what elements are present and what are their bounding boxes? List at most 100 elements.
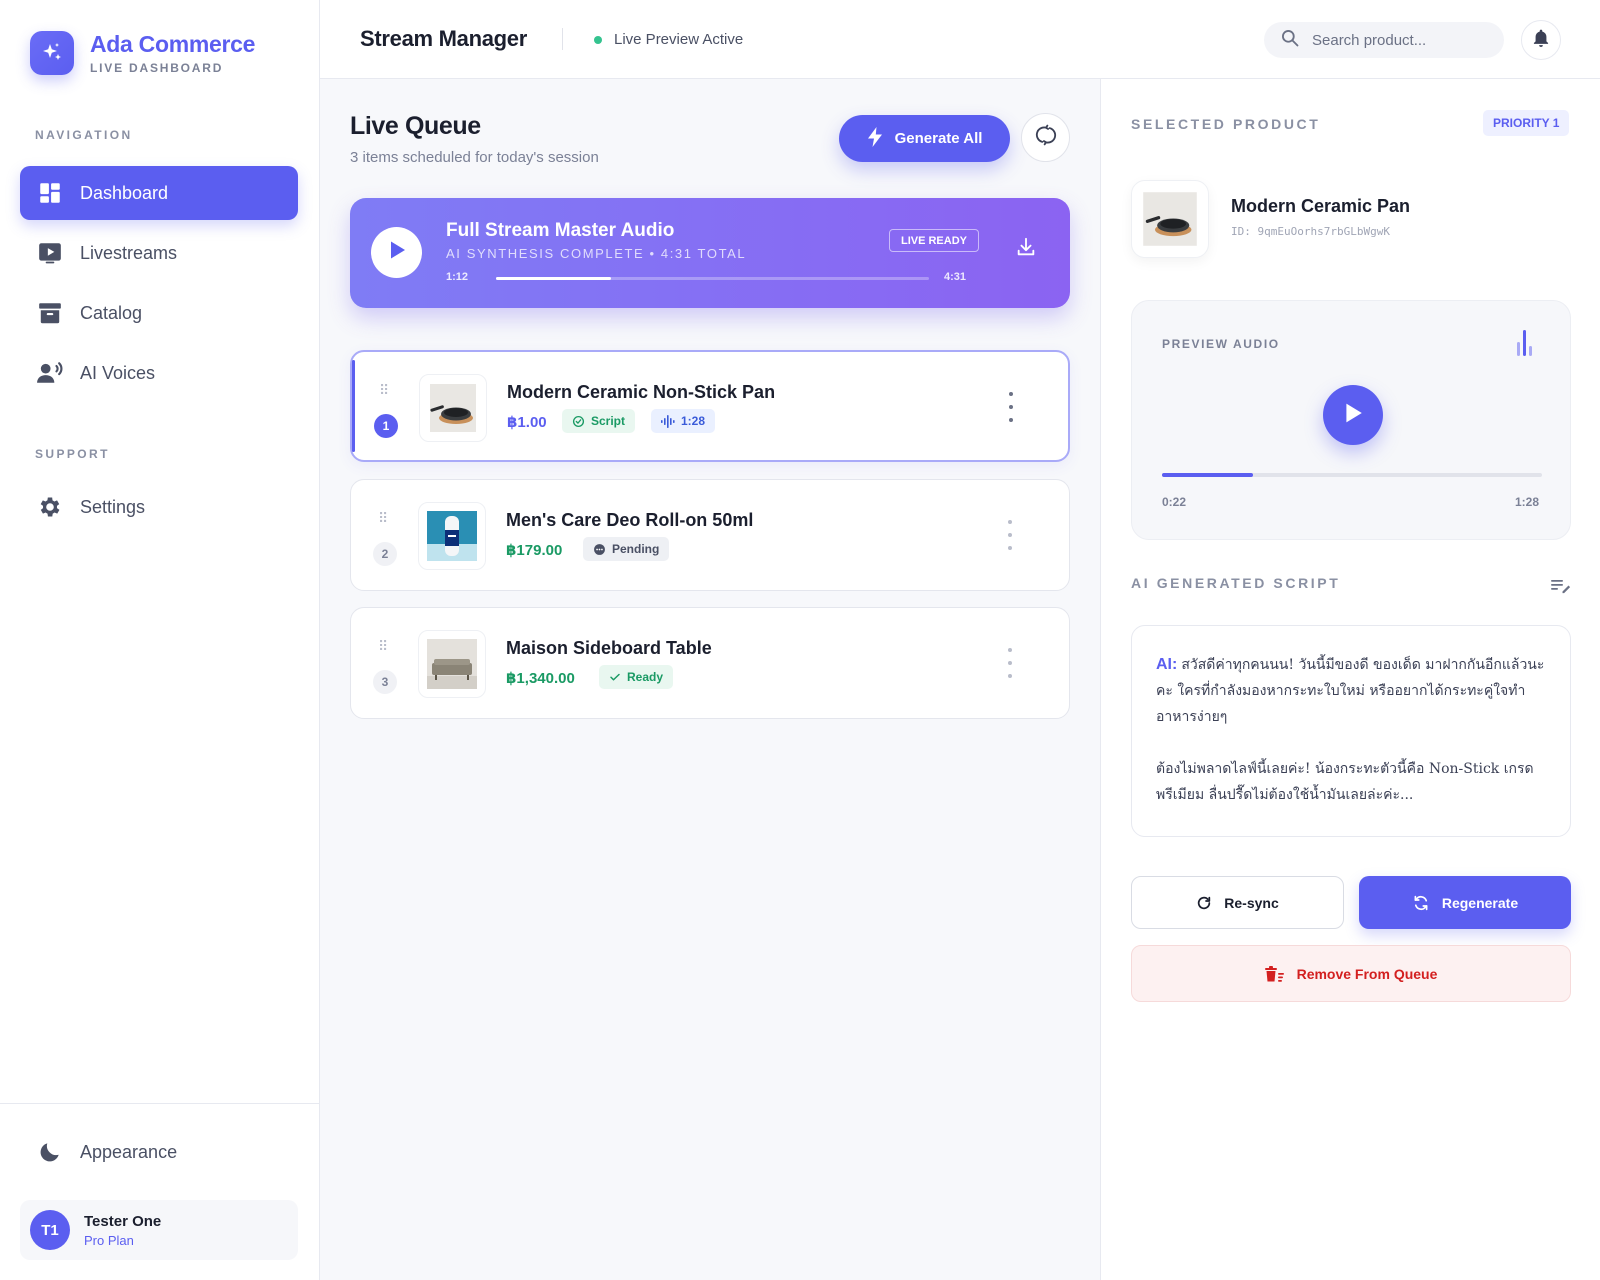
moon-icon [36, 1138, 64, 1166]
preview-total-time: 1:28 [1515, 495, 1540, 509]
sidebar-divider [0, 1103, 320, 1104]
brand-name: Ada Commerce [90, 31, 256, 57]
deodorant-icon [427, 511, 477, 561]
appearance-toggle[interactable]: Appearance [20, 1125, 298, 1179]
more-options-icon[interactable] [1000, 648, 1020, 678]
live-ready-badge: LIVE READY [889, 229, 979, 252]
selected-product-id: ID: 9qmEuOorhs7rbGLbWgwK [1231, 225, 1390, 238]
equalizer-icon [1517, 330, 1532, 356]
edit-note-icon [1551, 580, 1571, 599]
queue-item[interactable]: ⠿ 1 Modern Ceramic Non-Stick Pan ฿1.00 S… [350, 350, 1070, 462]
play-icon [388, 240, 406, 265]
search-input[interactable] [1312, 31, 1492, 49]
user-profile[interactable]: T1 Tester One Pro Plan [20, 1200, 298, 1260]
drag-handle-icon[interactable]: ⠿ [378, 639, 388, 653]
product-thumbnail [418, 502, 486, 570]
sidebar-item-label: Dashboard [80, 182, 169, 203]
header-divider [562, 28, 563, 50]
sideboard-icon [427, 639, 477, 689]
ready-status-chip: Ready [599, 665, 674, 689]
status-dot-icon [594, 35, 602, 44]
pending-status-chip: Pending [583, 537, 670, 561]
preview-audio-card: PREVIEW AUDIO 0:22 1:28 [1131, 300, 1571, 540]
script-text: สวัสดีค่าทุกคนนน! วันนี้มีของดี ของเด็ด … [1156, 657, 1545, 725]
sidebar-item-settings[interactable]: Settings [20, 480, 298, 534]
sidebar-item-label: Settings [80, 496, 146, 517]
master-play-button[interactable] [371, 227, 422, 278]
master-progress-fill [496, 277, 611, 280]
preview-progress-bar[interactable] [1162, 473, 1542, 477]
generate-all-label: Generate All [894, 130, 983, 147]
priority-badge: PRIORITY 1 [1483, 110, 1570, 136]
edit-script-button[interactable] [1551, 579, 1571, 600]
archive-icon [36, 299, 64, 327]
play-icon [1343, 402, 1363, 429]
product-price: ฿179.00 [506, 542, 563, 559]
lightning-icon [867, 126, 883, 151]
check-icon [609, 671, 621, 683]
remove-from-queue-button[interactable]: Remove From Queue [1131, 945, 1571, 1002]
generate-all-button[interactable]: Generate All [839, 115, 1010, 162]
resync-button[interactable]: Re-sync [1131, 876, 1344, 929]
drag-handle-icon[interactable]: ⠿ [379, 383, 389, 397]
sync-icon [1412, 894, 1430, 912]
waveform-icon [661, 414, 675, 428]
resync-label: Re-sync [1224, 894, 1279, 911]
selected-product-name: Modern Ceramic Pan [1231, 196, 1411, 216]
refresh-queue-button[interactable] [1021, 113, 1070, 162]
queue-title: Live Queue [350, 112, 481, 140]
queue-index-badge: 2 [373, 542, 397, 566]
master-total-time: 4:31 [944, 271, 967, 283]
gear-icon [36, 493, 64, 521]
preview-play-button[interactable] [1323, 385, 1383, 445]
avatar: T1 [30, 1210, 70, 1250]
sparkle-icon [30, 31, 74, 75]
ai-script-card: AI: สวัสดีค่าทุกคนนน! วันนี้มีของดี ของเด… [1131, 625, 1571, 837]
user-name: Tester One [84, 1212, 162, 1230]
refresh-icon [1196, 895, 1212, 911]
queue-index-badge: 3 [373, 670, 397, 694]
sidebar-item-label: Catalog [80, 302, 143, 323]
product-price: ฿1.00 [507, 414, 547, 431]
sidebar-item-catalog[interactable]: Catalog [20, 286, 298, 340]
live-status-text: Live Preview Active [614, 31, 744, 48]
dashboard-icon [36, 179, 64, 207]
dots-circle-icon [593, 543, 606, 556]
sidebar-item-ai-voices[interactable]: AI Voices [20, 346, 298, 400]
search-bar[interactable] [1264, 22, 1504, 58]
product-name: Maison Sideboard Table [506, 638, 712, 658]
live-status: Live Preview Active [594, 31, 743, 48]
ai-tag: AI: [1156, 656, 1178, 673]
more-options-icon[interactable] [1000, 520, 1020, 550]
queue-index-badge: 1 [374, 414, 398, 438]
master-audio-title: Full Stream Master Audio [446, 220, 675, 241]
queue-item[interactable]: ⠿ 3 Maison Sideboard Table ฿1,340.00 Rea… [350, 607, 1070, 719]
drag-handle-icon[interactable]: ⠿ [378, 511, 388, 525]
product-name: Men's Care Deo Roll-on 50ml [506, 510, 754, 530]
master-audio-card: Full Stream Master Audio AI SYNTHESIS CO… [350, 198, 1070, 308]
queue-item[interactable]: ⠿ 2 Men's Care Deo Roll-on 50ml ฿179.00 … [350, 479, 1070, 591]
script-paragraph: AI: สวัสดีค่าทุกคนนน! วันนี้มีของดี ของเด… [1156, 652, 1546, 730]
sidebar-item-dashboard[interactable]: Dashboard [20, 166, 298, 220]
notifications-button[interactable] [1521, 20, 1561, 60]
more-options-icon[interactable] [1001, 392, 1021, 422]
script-status-chip: Script [562, 409, 636, 433]
nav-section-label: NAVIGATION [35, 128, 133, 142]
script-text: ต้องไม่พลาดไลฟ์นี้เลยค่ะ! น้องกระทะตัวนี… [1156, 761, 1534, 803]
script-section-label: AI GENERATED SCRIPT [1131, 575, 1341, 591]
top-header: Stream Manager Live Preview Active [320, 0, 1600, 79]
brand-subtitle: LIVE DASHBOARD [90, 61, 224, 75]
brand[interactable]: Ada Commerce LIVE DASHBOARD [30, 31, 255, 75]
bell-icon [1531, 28, 1551, 53]
chip-label: 1:28 [681, 414, 706, 428]
sidebar-item-livestreams[interactable]: Livestreams [20, 226, 298, 280]
search-icon [1280, 28, 1300, 53]
master-progress-bar[interactable] [496, 277, 929, 280]
sidebar: Ada Commerce LIVE DASHBOARD NAVIGATION D… [0, 0, 320, 1280]
preview-progress-fill [1162, 473, 1254, 477]
regenerate-button[interactable]: Regenerate [1359, 876, 1571, 929]
selected-product-label: SELECTED PRODUCT [1131, 116, 1321, 132]
audio-duration-chip: 1:28 [651, 409, 716, 433]
master-audio-subtitle: AI SYNTHESIS COMPLETE • 4:31 TOTAL [446, 246, 747, 261]
download-button[interactable] [1015, 236, 1037, 263]
